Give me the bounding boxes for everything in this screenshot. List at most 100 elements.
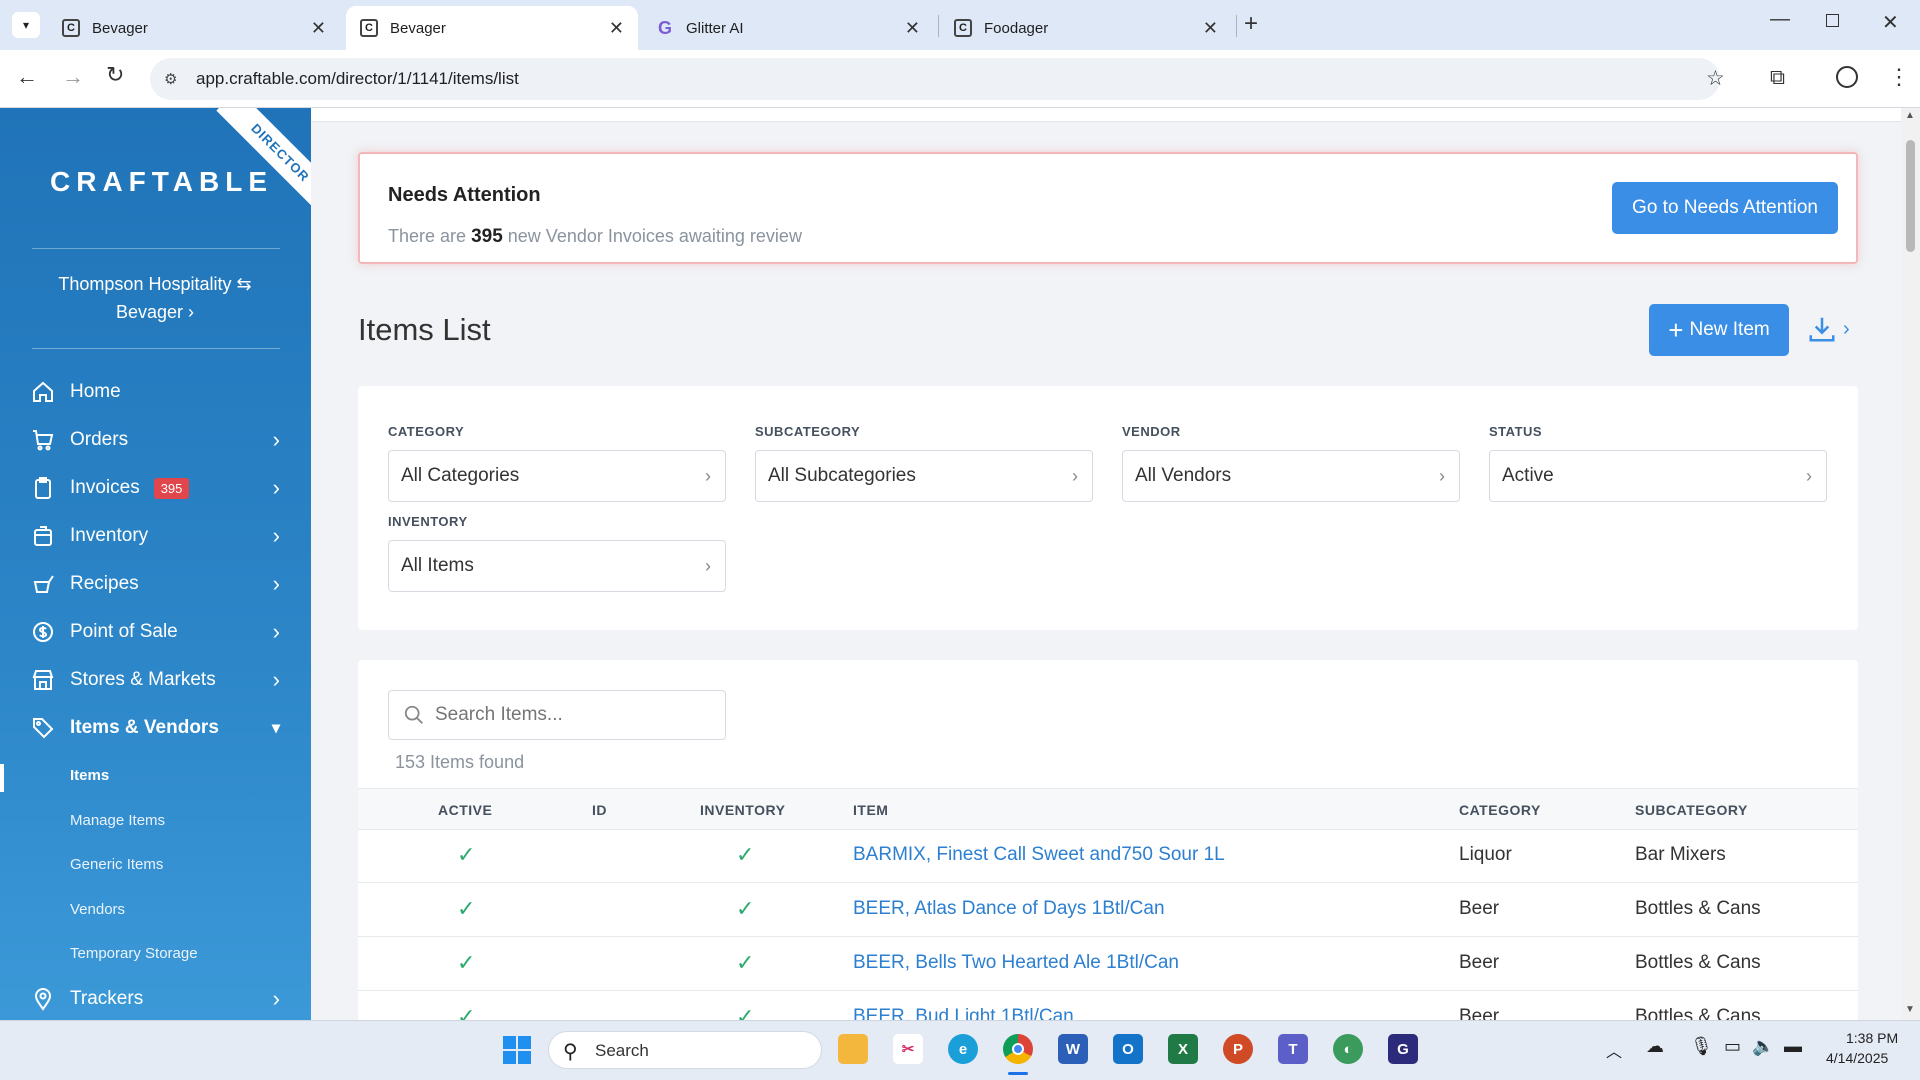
outlook-icon[interactable]: O [1113, 1034, 1143, 1064]
tab-search-button[interactable]: ▾ [12, 12, 40, 38]
nav-orders[interactable]: Orders › [30, 420, 280, 460]
subnav-temporary-storage[interactable]: Temporary Storage [70, 945, 198, 962]
microphone-icon[interactable]: 🎙 [1690, 1036, 1713, 1057]
browser-tab[interactable]: G Glitter AI ✕ [642, 6, 934, 50]
close-icon[interactable]: ✕ [311, 18, 326, 39]
nav-label: Invoices [70, 477, 140, 498]
teams-icon[interactable]: T [1278, 1034, 1308, 1064]
column-header-item[interactable]: ITEM [853, 802, 888, 818]
excel-icon[interactable]: X [1168, 1034, 1198, 1064]
category-select[interactable]: All Categories › [388, 450, 726, 502]
subnav-manage-items[interactable]: Manage Items [70, 812, 165, 829]
battery-icon[interactable]: ▬ [1784, 1036, 1802, 1057]
inventory-select[interactable]: All Items › [388, 540, 726, 592]
powerpoint-icon[interactable]: P [1223, 1034, 1253, 1064]
edge-icon[interactable]: e [948, 1034, 978, 1064]
attention-message: There are 395 new Vendor Invoices awaiti… [388, 226, 802, 247]
onedrive-icon[interactable]: ☁ [1646, 1036, 1664, 1057]
craftable-favicon-icon: C [954, 19, 972, 37]
minimize-button[interactable]: — [1770, 8, 1790, 31]
column-header-subcategory[interactable]: SUBCATEGORY [1635, 802, 1748, 818]
nav-point-of-sale[interactable]: Point of Sale › [30, 612, 280, 652]
chrome-icon[interactable] [1003, 1034, 1033, 1064]
glitter-app-icon[interactable]: G [1388, 1034, 1418, 1064]
volume-icon[interactable]: 🔈 [1752, 1036, 1774, 1057]
director-ribbon: DIRECTOR [216, 108, 311, 217]
nav-items-vendors[interactable]: Items & Vendors ▾ [30, 708, 280, 748]
go-to-needs-attention-button[interactable]: Go to Needs Attention [1612, 182, 1838, 234]
new-tab-button[interactable]: + [1244, 10, 1258, 38]
column-header-category[interactable]: CATEGORY [1459, 802, 1541, 818]
url-text[interactable]: app.craftable.com/director/1/1141/items/… [196, 69, 519, 89]
vendor-select[interactable]: All Vendors › [1122, 450, 1460, 502]
chevron-right-icon: › [705, 555, 711, 576]
close-icon[interactable]: ✕ [609, 18, 624, 39]
windows-start-icon[interactable] [503, 1036, 531, 1064]
tray-chevron-up-icon[interactable]: ︿ [1606, 1038, 1622, 1062]
column-header-active[interactable]: ACTIVE [438, 802, 492, 818]
nav-invoices[interactable]: Invoices 395 › [30, 468, 280, 508]
menu-icon[interactable]: ⋮ [1888, 64, 1910, 90]
craftable-favicon-icon: C [62, 19, 80, 37]
extensions-icon[interactable]: ⧉ [1770, 66, 1785, 90]
scrollbar-thumb[interactable] [1906, 140, 1915, 252]
subnav-generic-items[interactable]: Generic Items [70, 856, 163, 873]
nav-trackers[interactable]: Trackers › [30, 979, 280, 1019]
nav-recipes[interactable]: Recipes › [30, 564, 280, 604]
chevron-right-icon: › [272, 571, 280, 596]
craftable-logo[interactable]: CRAFTABLE [50, 166, 273, 198]
vendor-label: VENDOR [1122, 424, 1181, 439]
item-link[interactable]: BARMIX, Finest Call Sweet and750 Sour 1L [853, 844, 1225, 866]
download-icon[interactable] [1807, 314, 1837, 349]
column-header-inventory[interactable]: INVENTORY [700, 802, 785, 818]
status-select[interactable]: Active › [1489, 450, 1827, 502]
forward-icon[interactable]: → [62, 64, 84, 90]
subcategory-select[interactable]: All Subcategories › [755, 450, 1093, 502]
bookmark-star-icon[interactable]: ☆ [1706, 66, 1725, 91]
file-explorer-icon[interactable] [838, 1034, 868, 1064]
close-icon[interactable]: ✕ [1203, 18, 1218, 39]
back-icon[interactable]: ← [16, 64, 38, 90]
scroll-down-icon[interactable]: ▼ [1905, 1004, 1915, 1015]
subnav-vendors[interactable]: Vendors [70, 901, 125, 918]
category-label: CATEGORY [388, 424, 465, 439]
reload-icon[interactable]: ↻ [106, 62, 124, 88]
items-found-count: 153 Items found [395, 752, 525, 772]
swap-icon[interactable]: ⇆ [237, 274, 252, 294]
network-icon[interactable]: ▭ [1724, 1036, 1741, 1057]
scroll-up-icon[interactable]: ▲ [1905, 110, 1915, 121]
org-switcher[interactable]: Thompson Hospitality ⇆ Bevager › [20, 270, 290, 326]
nav-home[interactable]: Home [30, 372, 280, 412]
taskbar-search[interactable]: ⚲ Search [548, 1031, 822, 1069]
category-cell: Beer [1459, 898, 1500, 919]
snipping-tool-icon[interactable]: ✂ [893, 1034, 923, 1064]
org-name: Thompson Hospitality [58, 274, 232, 294]
browser-tab[interactable]: C Foodager ✕ [940, 6, 1232, 50]
pin-icon [30, 986, 56, 1012]
subcategory-cell: Bottles & Cans [1635, 952, 1761, 973]
nav-stores-markets[interactable]: Stores & Markets › [30, 660, 280, 700]
clock-time[interactable]: 1:38 PM [1846, 1030, 1898, 1046]
restore-button[interactable] [1826, 14, 1839, 27]
search-input[interactable] [435, 701, 715, 729]
site-info-icon[interactable]: ⚙ [164, 70, 177, 88]
clock-date[interactable]: 4/14/2025 [1826, 1050, 1888, 1066]
word-icon[interactable]: W [1058, 1034, 1088, 1064]
item-link[interactable]: BEER, Bells Two Hearted Ale 1Btl/Can [853, 952, 1179, 974]
profile-icon[interactable] [1836, 66, 1858, 88]
chevron-right-icon: › [272, 986, 280, 1011]
item-link[interactable]: BEER, Atlas Dance of Days 1Btl/Can [853, 898, 1165, 920]
subnav-items[interactable]: Items [70, 767, 109, 784]
browser-tab-active[interactable]: C Bevager ✕ [346, 6, 638, 50]
nav-label: Orders [70, 429, 129, 450]
close-icon[interactable]: ✕ [905, 18, 920, 39]
new-item-button[interactable]: + New Item [1649, 304, 1789, 356]
nav-inventory[interactable]: Inventory › [30, 516, 280, 556]
chevron-right-icon: › [272, 475, 280, 500]
column-header-id[interactable]: ID [592, 802, 607, 818]
chevron-right-icon[interactable]: › [1843, 318, 1850, 341]
vertical-scrollbar[interactable]: ▲ ▼ [1901, 108, 1920, 1020]
browser-tab[interactable]: C Bevager ✕ [48, 6, 340, 50]
globe-app-icon[interactable]: ◐ [1333, 1034, 1363, 1064]
window-close-button[interactable]: ✕ [1882, 10, 1899, 35]
